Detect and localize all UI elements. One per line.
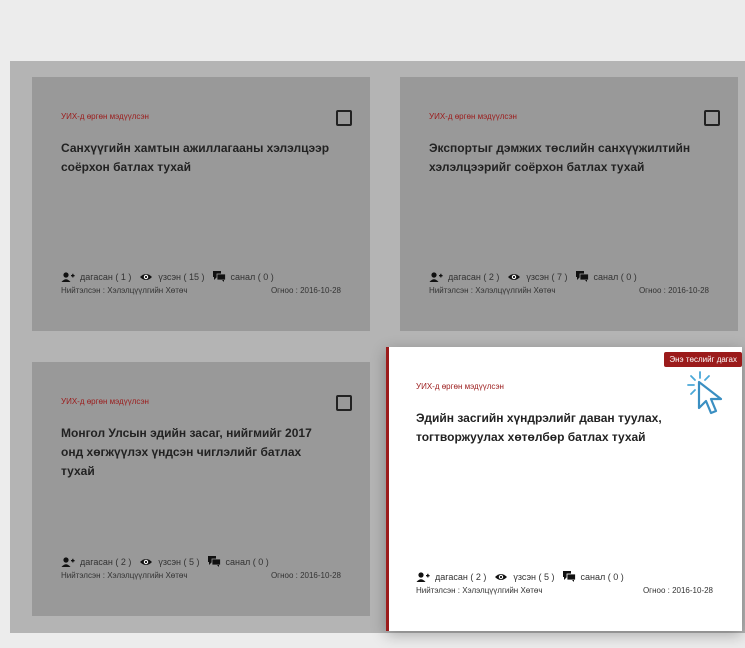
user-plus-icon (61, 271, 75, 282)
project-card[interactable]: УИХ-д өргөн мэдүүлсэн Санхүүгийн хамтын … (32, 77, 370, 331)
views-stat: үзсэн ( 15 ) (139, 271, 205, 282)
views-stat: үзсэн ( 5 ) (139, 556, 200, 567)
comments-icon (575, 271, 589, 282)
card-meta: Нийтэлсэн : Хэлэлцүүлгийн Хөтөч Огноо : … (61, 571, 341, 580)
publish-date: Огноо : 2016-10-28 (270, 286, 341, 295)
click-cursor-icon (687, 371, 723, 415)
select-checkbox[interactable] (336, 110, 352, 126)
user-plus-icon (429, 271, 443, 282)
card-category: УИХ-д өргөн мэдүүлсэн (61, 112, 149, 121)
card-stats: дагасан ( 2 ) үзсэн ( 5 ) санал ( 0 ) (61, 556, 277, 567)
publish-date: Огноо : 2016-10-28 (270, 571, 341, 580)
followers-count: дагасан ( 2 ) (80, 556, 132, 567)
comments-stat: санал ( 0 ) (207, 556, 269, 567)
card-title[interactable]: Монгол Улсын эдийн засаг, нийгмийг 2017 … (61, 424, 331, 481)
card-stats: дагасан ( 1 ) үзсэн ( 15 ) санал ( 0 ) (61, 271, 282, 282)
followers-stat: дагасан ( 2 ) (429, 272, 499, 282)
publisher: Нийтэлсэн : Хэлэлцүүлгийн Хөтөч (61, 571, 188, 580)
project-card[interactable]: УИХ-д өргөн мэдүүлсэн Экспортыг дэмжих т… (400, 77, 738, 331)
followers-stat: дагасан ( 2 ) (61, 557, 131, 567)
comments-count: санал ( 0 ) (225, 556, 269, 567)
card-meta: Нийтэлсэн : Хэлэлцүүлгийн Хөтөч Огноо : … (429, 286, 709, 295)
eye-icon (495, 573, 508, 580)
card-title[interactable]: Экспортыг дэмжих төслийн санхүүжилтийн х… (429, 139, 699, 177)
followers-stat: дагасан ( 2 ) (416, 572, 486, 582)
comments-count: санал ( 0 ) (593, 271, 637, 282)
publisher: Нийтэлсэн : Хэлэлцүүлгийн Хөтөч (416, 586, 543, 595)
comments-icon (562, 571, 576, 582)
followers-count: дагасан ( 2 ) (435, 571, 487, 582)
views-stat: үзсэн ( 5 ) (494, 571, 555, 582)
card-title[interactable]: Эдийн засгийн хүндрэлийг даван туулах, т… (416, 409, 686, 447)
card-title[interactable]: Санхүүгийн хамтын ажиллагааны хэлэлцээр … (61, 139, 331, 177)
project-card[interactable]: УИХ-д өргөн мэдүүлсэн Монгол Улсын эдийн… (32, 362, 370, 616)
card-category: УИХ-д өргөн мэдүүлсэн (429, 112, 517, 121)
eye-icon (140, 273, 153, 280)
followers-count: дагасан ( 2 ) (448, 271, 500, 282)
views-count: үзсэн ( 5 ) (513, 571, 555, 582)
card-meta: Нийтэлсэн : Хэлэлцүүлгийн Хөтөч Огноо : … (416, 586, 713, 595)
eye-icon (508, 273, 521, 280)
user-plus-icon (416, 571, 430, 582)
views-count: үзсэн ( 5 ) (158, 556, 200, 567)
select-checkbox[interactable] (336, 395, 352, 411)
publisher: Нийтэлсэн : Хэлэлцүүлгийн Хөтөч (429, 286, 556, 295)
followers-count: дагасан ( 1 ) (80, 271, 132, 282)
comments-count: санал ( 0 ) (230, 271, 274, 282)
card-category: УИХ-д өргөн мэдүүлсэн (416, 382, 504, 391)
eye-icon (140, 558, 153, 565)
views-count: үзсэн ( 7 ) (526, 271, 568, 282)
comments-stat: санал ( 0 ) (575, 271, 637, 282)
views-stat: үзсэн ( 7 ) (507, 271, 568, 282)
comments-count: санал ( 0 ) (580, 571, 624, 582)
views-count: үзсэн ( 15 ) (158, 271, 205, 282)
comments-icon (212, 271, 226, 282)
card-category: УИХ-д өргөн мэдүүлсэн (61, 397, 149, 406)
user-plus-icon (61, 556, 75, 567)
project-card-active[interactable]: Энэ төслийг дагах УИХ-д өргөн мэдүүлсэн … (386, 347, 742, 631)
select-checkbox[interactable] (704, 110, 720, 126)
followers-stat: дагасан ( 1 ) (61, 272, 131, 282)
publish-date: Огноо : 2016-10-28 (638, 286, 709, 295)
follow-project-button[interactable]: Энэ төслийг дагах (664, 352, 742, 367)
card-stats: дагасан ( 2 ) үзсэн ( 7 ) санал ( 0 ) (429, 271, 645, 282)
publish-date: Огноо : 2016-10-28 (642, 586, 713, 595)
card-stats: дагасан ( 2 ) үзсэн ( 5 ) санал ( 0 ) (416, 571, 632, 582)
card-meta: Нийтэлсэн : Хэлэлцүүлгийн Хөтөч Огноо : … (61, 286, 341, 295)
comments-icon (207, 556, 221, 567)
comments-stat: санал ( 0 ) (562, 571, 624, 582)
comments-stat: санал ( 0 ) (212, 271, 274, 282)
publisher: Нийтэлсэн : Хэлэлцүүлгийн Хөтөч (61, 286, 188, 295)
